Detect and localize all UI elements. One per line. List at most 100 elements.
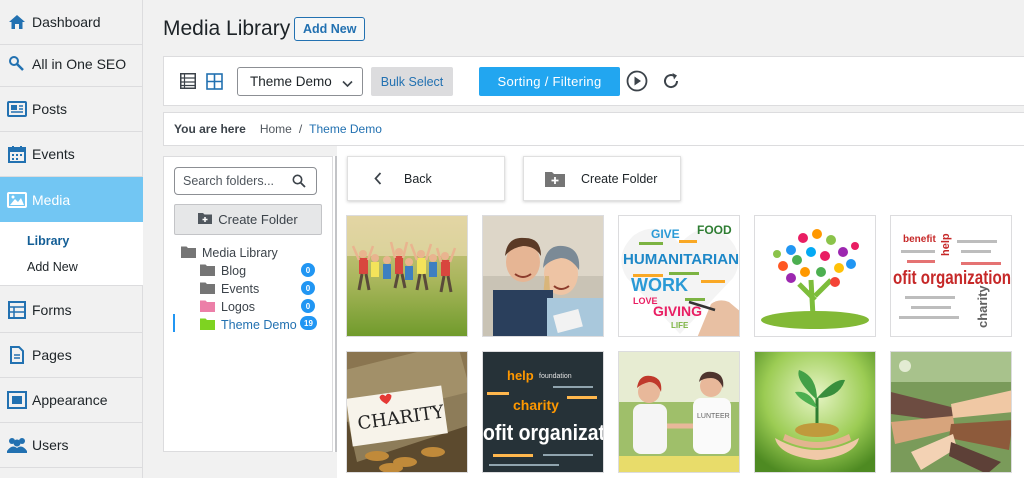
- folder-icon: [200, 282, 215, 297]
- sidebar-item-users[interactable]: Users: [0, 423, 143, 468]
- media-icon: [0, 191, 28, 208]
- breadcrumb-current[interactable]: Theme Demo: [309, 122, 382, 136]
- media-grid: Back Create Folder GIVE FOOD HUMANITARIA…: [337, 146, 1024, 478]
- page-title: Media Library: [163, 17, 291, 40]
- media-thumb-charity-words[interactable]: help foundation charity ofit organizat: [482, 351, 604, 473]
- media-thumb-humanitarian-heart[interactable]: GIVE FOOD HUMANITARIAN WORK LOVE GIVING …: [618, 215, 740, 337]
- media-thumb-plant-hands[interactable]: [754, 351, 876, 473]
- submenu-library[interactable]: Library: [27, 234, 69, 248]
- submenu-add-new[interactable]: Add New: [27, 260, 78, 274]
- word-foundation: foundation: [539, 373, 572, 380]
- folder-search-input[interactable]: Search folders...: [174, 167, 317, 195]
- folder-count-badge: 0: [301, 281, 315, 295]
- breadcrumb-separator: /: [298, 122, 303, 136]
- create-folder-card-button[interactable]: Create Folder: [523, 156, 681, 201]
- users-icon: [0, 436, 28, 454]
- create-folder-label: Create Folder: [218, 212, 298, 227]
- word-help: help: [940, 233, 952, 256]
- media-thumb-couple[interactable]: [482, 215, 604, 337]
- folder-item-blog[interactable]: Blog: [200, 263, 246, 279]
- sidebar-item-media[interactable]: Media: [0, 177, 143, 222]
- list-view-icon[interactable]: [178, 71, 198, 91]
- chevron-left-icon: [374, 172, 382, 185]
- word-profit-organization: ofit organization: [893, 268, 1011, 289]
- sidebar-item-label: All in One SEO: [32, 56, 127, 72]
- sidebar-item-posts[interactable]: Posts: [0, 87, 143, 132]
- sidebar-item-label: Pages: [32, 347, 72, 363]
- word-profit-organization-2: ofit organizat: [483, 420, 604, 445]
- sidebar-item-label: Posts: [32, 101, 68, 117]
- media-toolbar: Theme Demo Bulk Select Sorting / Filteri…: [163, 56, 1024, 106]
- appearance-icon: [0, 391, 28, 409]
- back-button[interactable]: Back: [347, 156, 505, 201]
- folder-count-badge: 0: [301, 299, 315, 313]
- media-submenu: Library Add New: [0, 222, 143, 286]
- create-folder-card-label: Create Folder: [581, 171, 658, 186]
- sidebar-item-label: Forms: [32, 302, 72, 318]
- grid-view-icon[interactable]: [204, 71, 224, 91]
- media-thumb-volunteers[interactable]: LUNTEER: [618, 351, 740, 473]
- sidebar-item-label: Appearance: [32, 392, 108, 408]
- sidebar-item-label: Media: [32, 191, 71, 208]
- word-benefit: benefit: [903, 234, 936, 245]
- media-thumb-charity-jar[interactable]: CHARITY: [346, 351, 468, 473]
- folder-item-logos[interactable]: Logos: [200, 299, 255, 315]
- media-thumb-nonprofit-words[interactable]: benefit help ofit organization charity: [890, 215, 1012, 337]
- chevron-down-icon: [342, 76, 353, 91]
- word-give: GIVE: [651, 227, 680, 241]
- folder-icon: [200, 300, 215, 315]
- word-giving: GIVING: [653, 303, 702, 319]
- word-humanitarian: HUMANITARIAN: [623, 251, 739, 268]
- word-work: WORK: [631, 275, 688, 295]
- sidebar-item-pages[interactable]: Pages: [0, 333, 143, 378]
- folder-label: Blog: [221, 264, 247, 278]
- folder-root[interactable]: Media Library: [181, 245, 278, 261]
- word-charity-2: charity: [513, 397, 559, 413]
- word-help-2: help: [507, 368, 534, 383]
- folder-select-value: Theme Demo: [250, 74, 332, 89]
- sidebar-item-seo[interactable]: All in One SEO: [0, 42, 143, 87]
- refresh-icon[interactable]: [660, 70, 682, 92]
- posts-icon: [0, 101, 28, 117]
- folder-search-placeholder: Search folders...: [183, 174, 275, 188]
- folder-icon: [200, 318, 215, 333]
- folder-count-badge: 19: [300, 316, 317, 330]
- sidebar-item-label: Users: [32, 437, 69, 453]
- search-icon: [292, 174, 306, 191]
- breadcrumb-home[interactable]: Home: [260, 122, 292, 136]
- folder-item-events[interactable]: Events: [200, 281, 259, 297]
- folder-icon: [181, 246, 196, 261]
- folder-item-theme-demo[interactable]: Theme Demo: [200, 317, 297, 333]
- folder-plus-icon: [545, 171, 565, 187]
- active-folder-indicator: [173, 314, 175, 332]
- back-label: Back: [404, 171, 432, 186]
- sidebar-item-appearance[interactable]: Appearance: [0, 378, 143, 423]
- folder-select[interactable]: Theme Demo: [237, 67, 363, 96]
- word-life: LIFE: [671, 321, 689, 330]
- sidebar-item-forms[interactable]: Forms: [0, 288, 143, 333]
- folder-plus-icon: [198, 212, 213, 227]
- breadcrumb: You are here Home / Theme Demo: [163, 112, 1024, 146]
- sidebar-item-events[interactable]: Events: [0, 132, 143, 177]
- forms-icon: [0, 301, 28, 319]
- folder-root-label: Media Library: [202, 246, 278, 260]
- admin-sidebar: Dashboard All in One SEO Posts Events Me…: [0, 0, 143, 478]
- folder-label: Theme Demo: [221, 318, 297, 332]
- sidebar-item-dashboard[interactable]: Dashboard: [0, 0, 143, 45]
- sorting-filtering-button[interactable]: Sorting / Filtering: [479, 67, 620, 96]
- word-volunteer: LUNTEER: [697, 413, 730, 420]
- media-thumb-stacked-hands[interactable]: [890, 351, 1012, 473]
- folder-panel: Search folders... Create Folder Media Li…: [163, 156, 333, 452]
- dashboard-icon: [0, 13, 28, 31]
- create-folder-button[interactable]: Create Folder: [174, 204, 322, 235]
- play-icon[interactable]: [626, 70, 648, 92]
- media-thumb-hands-tree[interactable]: [754, 215, 876, 337]
- word-charity: charity: [975, 285, 990, 328]
- pages-icon: [0, 346, 28, 364]
- bulk-select-button[interactable]: Bulk Select: [371, 67, 453, 96]
- folder-count-badge: 0: [301, 263, 315, 277]
- calendar-icon: [0, 145, 28, 163]
- add-new-button[interactable]: Add New: [294, 17, 366, 41]
- seo-icon: [0, 55, 28, 73]
- media-thumb-kids-jumping[interactable]: [346, 215, 468, 337]
